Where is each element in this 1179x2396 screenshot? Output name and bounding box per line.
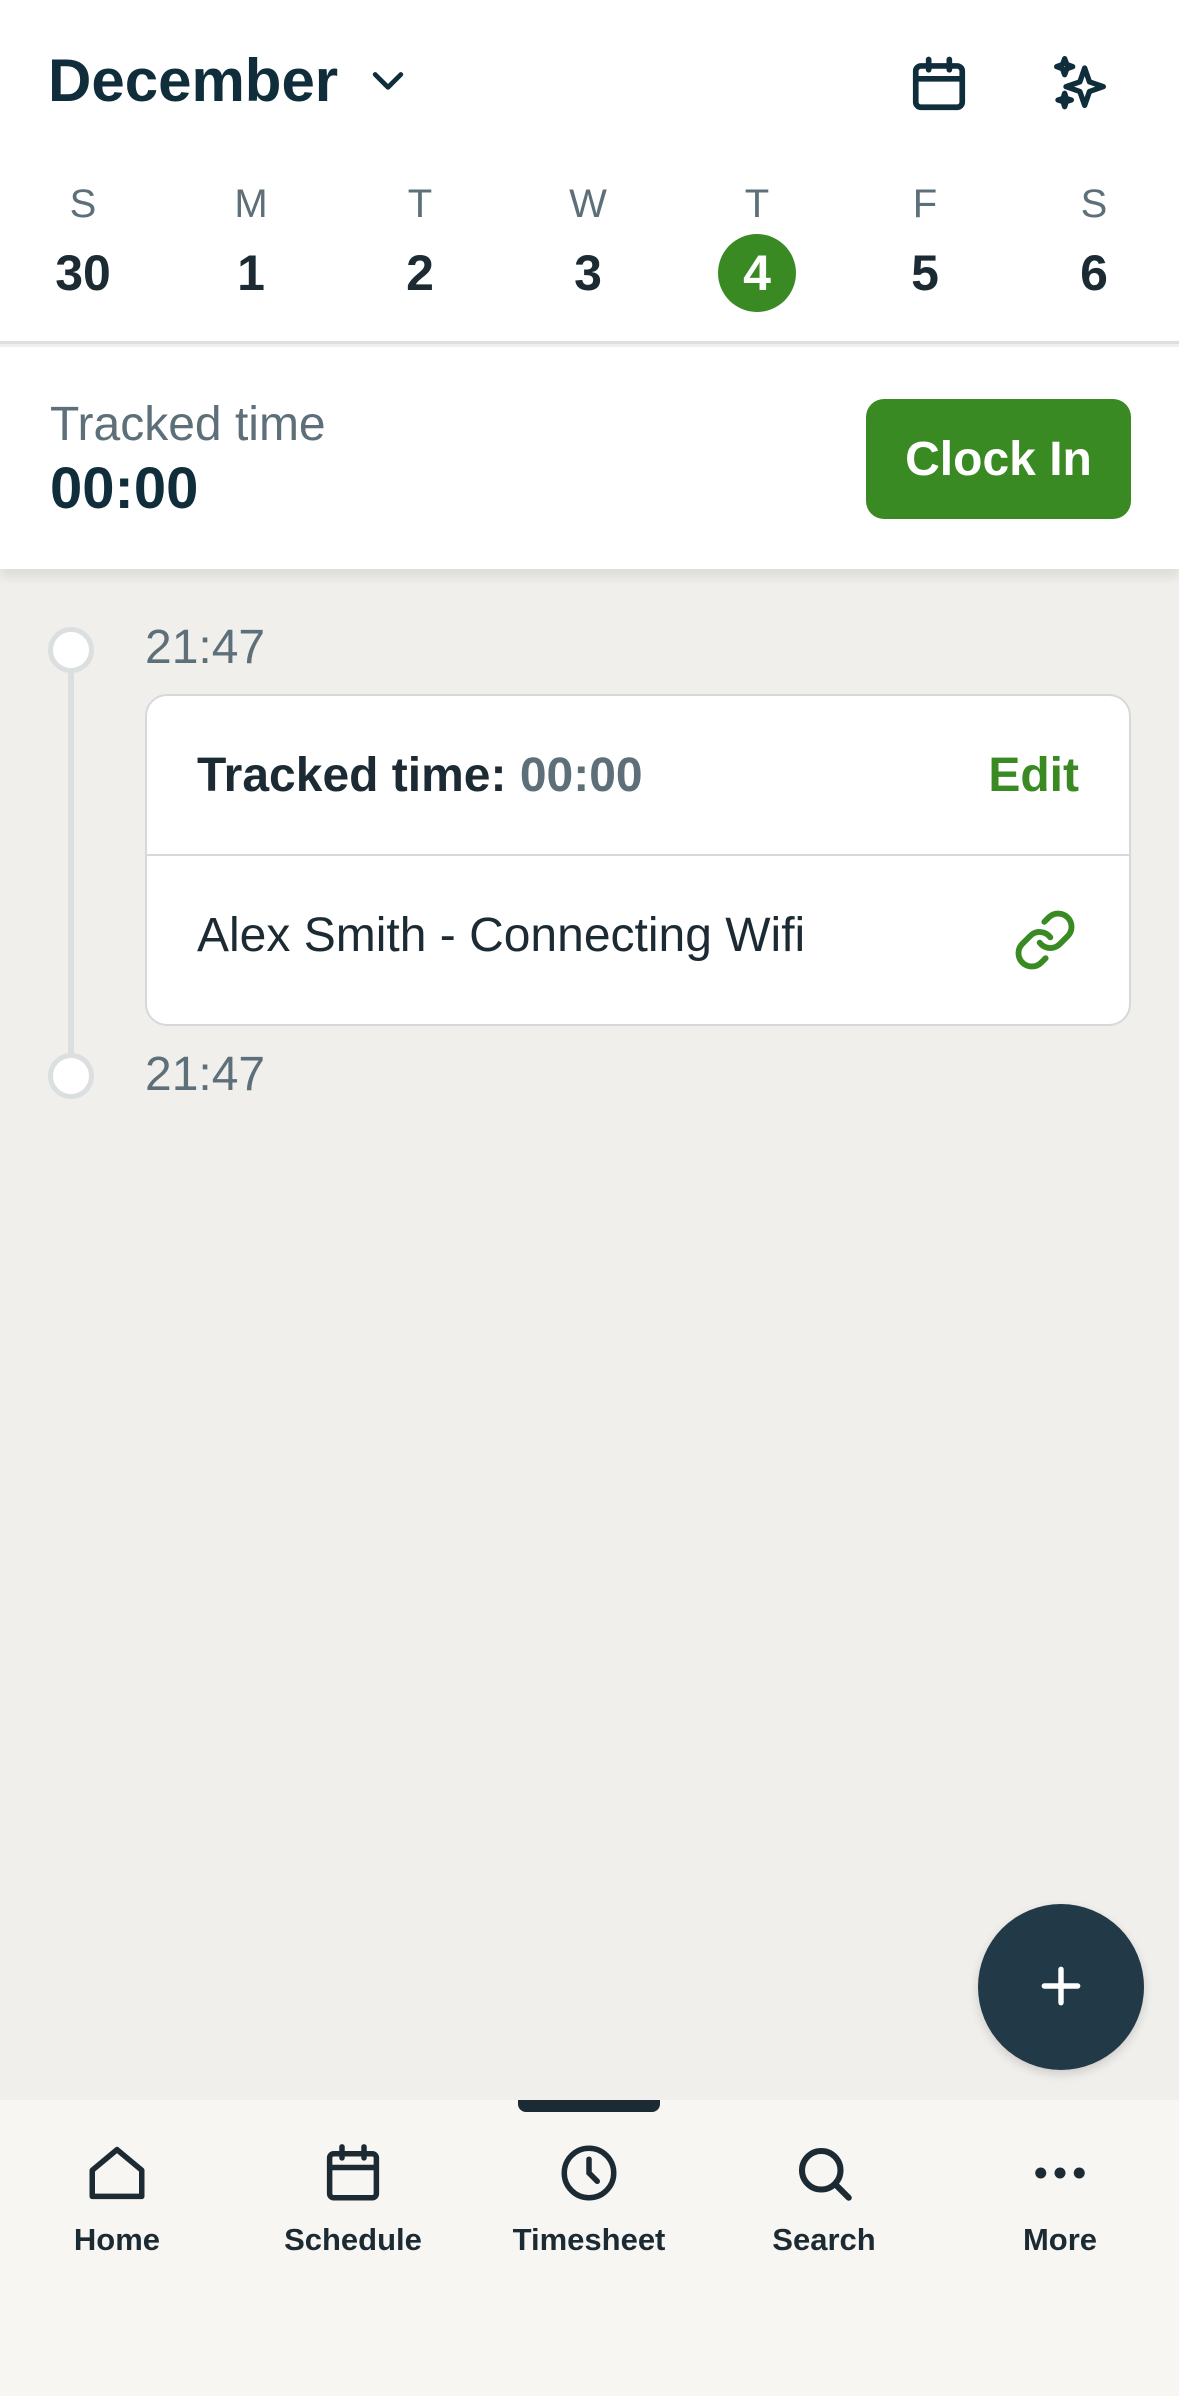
day-tue[interactable]: T 2 xyxy=(360,180,480,320)
add-entry-button[interactable] xyxy=(978,1904,1144,2070)
card-tracked-label: Tracked time: xyxy=(197,749,507,802)
card-tracked-time: Tracked time: 00:00 xyxy=(197,748,643,803)
edit-button[interactable]: Edit xyxy=(988,748,1079,803)
day-letter: T xyxy=(407,182,433,226)
day-thu-selected[interactable]: T 4 xyxy=(697,180,817,320)
clock-icon xyxy=(556,2140,622,2206)
timeline-end-dot xyxy=(48,1053,94,1099)
card-tracked-row: Tracked time: 00:00 Edit xyxy=(147,696,1129,856)
bottom-nav: Home Schedule Timesheet Search More xyxy=(0,2100,1179,2396)
nav-label: More xyxy=(1022,2222,1098,2257)
day-letter: M xyxy=(234,182,268,226)
timeline-start-dot xyxy=(48,627,94,673)
timeline-end-time: 21:47 xyxy=(145,1048,266,1101)
link-icon[interactable] xyxy=(1013,908,1077,972)
month-title: December xyxy=(48,46,339,114)
day-number: 1 xyxy=(237,245,265,301)
nav-schedule[interactable]: Schedule xyxy=(253,2140,453,2270)
calendar-icon[interactable] xyxy=(905,50,973,118)
more-icon xyxy=(1027,2140,1093,2206)
calendar-icon xyxy=(320,2140,386,2206)
tracked-time-value: 00:00 xyxy=(50,456,199,521)
day-number: 5 xyxy=(911,245,939,301)
card-tracked-value: 00:00 xyxy=(519,749,643,802)
active-tab-indicator xyxy=(518,2100,660,2112)
tracked-time-bar: Tracked time 00:00 Clock In xyxy=(0,347,1179,569)
nav-label: Home xyxy=(73,2222,161,2257)
sparkles-icon[interactable] xyxy=(1048,50,1116,118)
time-entry-card: Tracked time: 00:00 Edit Alex Smith - Co… xyxy=(145,694,1131,1026)
day-sat[interactable]: S 6 xyxy=(1034,180,1154,320)
day-number: 30 xyxy=(55,245,111,301)
day-wed[interactable]: W 3 xyxy=(528,180,648,320)
day-fri[interactable]: F 5 xyxy=(865,180,985,320)
timeline-start-time: 21:47 xyxy=(145,621,266,674)
nav-label: Timesheet xyxy=(512,2222,666,2257)
day-number: 6 xyxy=(1080,245,1108,301)
chevron-down-icon xyxy=(366,58,410,102)
search-icon xyxy=(791,2140,857,2206)
day-number: 3 xyxy=(574,245,602,301)
job-name: Alex Smith - Connecting Wifi xyxy=(197,909,806,962)
month-picker[interactable]: December xyxy=(48,40,410,120)
day-mon[interactable]: M 1 xyxy=(191,180,311,320)
job-link-row[interactable]: Alex Smith - Connecting Wifi xyxy=(147,856,1129,1024)
header: December S 30 M 1 T 2 W 3 T 4 F 5 S 6 xyxy=(0,0,1179,344)
tracked-time-label: Tracked time xyxy=(50,398,326,451)
nav-more[interactable]: More xyxy=(960,2140,1160,2270)
nav-home[interactable]: Home xyxy=(17,2140,217,2270)
day-number: 2 xyxy=(406,245,434,301)
nav-timesheet[interactable]: Timesheet xyxy=(489,2140,689,2270)
day-number: 4 xyxy=(743,245,771,301)
nav-label: Schedule xyxy=(284,2222,422,2257)
nav-search[interactable]: Search xyxy=(724,2140,924,2270)
day-letter: F xyxy=(912,182,938,226)
day-sun[interactable]: S 30 xyxy=(23,180,143,320)
day-letter: W xyxy=(569,182,607,226)
week-strip: S 30 M 1 T 2 W 3 T 4 F 5 S 6 xyxy=(0,180,1179,320)
clock-in-button[interactable]: Clock In xyxy=(866,399,1131,519)
day-letter: S xyxy=(1080,182,1108,226)
day-letter: S xyxy=(69,182,97,226)
plus-icon xyxy=(1036,1961,1086,2014)
day-letter: T xyxy=(744,182,770,226)
nav-label: Search xyxy=(772,2222,876,2257)
timeline-line xyxy=(68,650,74,1076)
home-icon xyxy=(84,2140,150,2206)
